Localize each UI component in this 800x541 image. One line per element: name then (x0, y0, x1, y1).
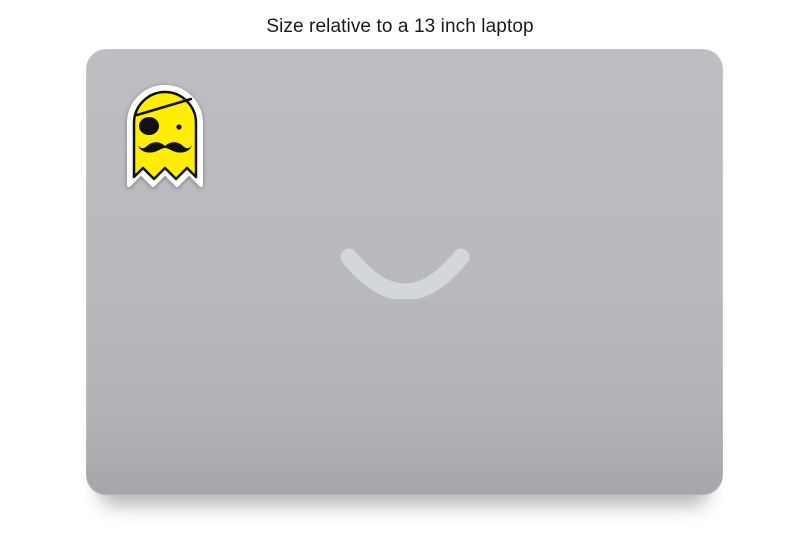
product-preview: Size relative to a 13 inch laptop (0, 0, 800, 541)
laptop-shading (86, 405, 723, 495)
pirate-ghost-icon (127, 85, 203, 187)
smile-logo-icon (340, 248, 470, 299)
laptop-lid (86, 49, 723, 495)
size-caption: Size relative to a 13 inch laptop (266, 16, 534, 37)
